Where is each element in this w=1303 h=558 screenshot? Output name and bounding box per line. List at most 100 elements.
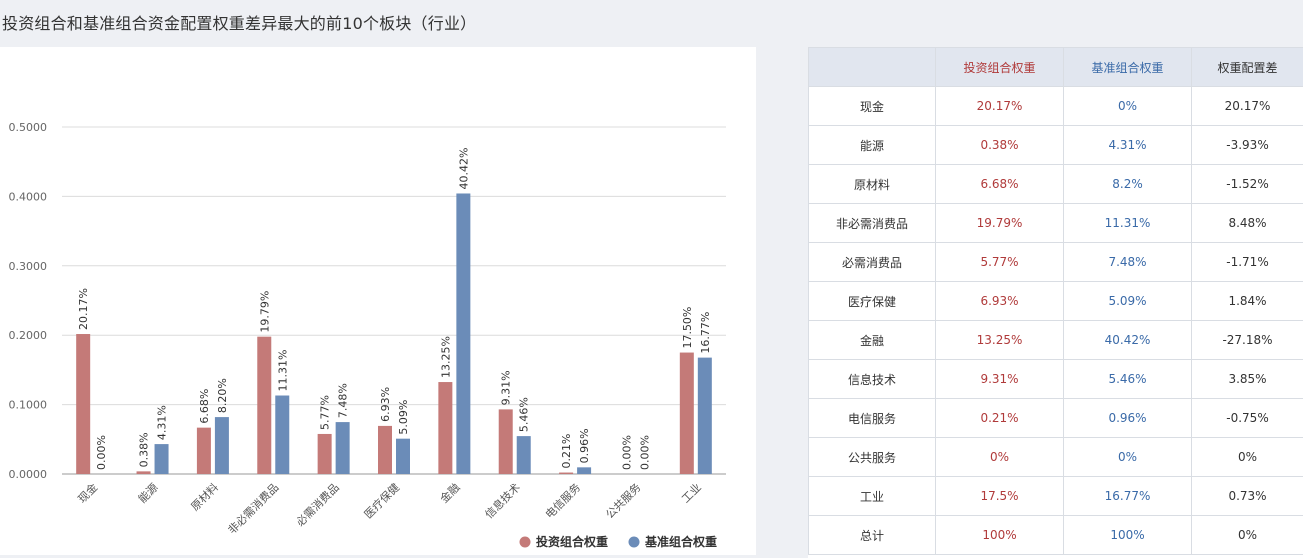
table-cell: 19.79%: [935, 203, 1064, 243]
table-cell: 3.85%: [1191, 359, 1303, 399]
data-label: 0.00%: [620, 435, 633, 470]
table-cell: 6.68%: [935, 164, 1064, 204]
table-cell: 金融: [808, 320, 936, 360]
table-cell: 非必需消费品: [808, 203, 936, 243]
benchmark-bar: [275, 395, 290, 474]
x-tick-label: 原材料: [188, 480, 221, 513]
y-tick-label: 0.2000: [9, 329, 48, 342]
weights-table-panel: 投资组合权重 基准组合权重 权重配置差 现金 20.17% 0% 20.17% 能源 0.38…: [808, 47, 1303, 558]
table-cell: 9.31%: [935, 359, 1064, 399]
table-cell: 7.48%: [1063, 242, 1192, 282]
data-label: 0.38%: [138, 432, 151, 467]
y-tick-label: 0.3000: [9, 260, 48, 273]
table-cell: 0.73%: [1191, 476, 1303, 516]
weights-table: 投资组合权重 基准组合权重 权重配置差 现金 20.17% 0% 20.17% 能源 0.38…: [808, 47, 1303, 555]
table-cell: -1.52%: [1191, 164, 1303, 204]
x-tick-label: 医疗保健: [361, 480, 402, 521]
data-label: 0.21%: [560, 434, 573, 469]
bar-chart: 0.0000 0.1000 0.2000 0.3000 0.4000 0.5000 20.1…: [9, 121, 726, 549]
data-label: 4.31%: [156, 405, 169, 440]
x-tick-label: 公共服务: [603, 481, 643, 521]
table-row: 现金 20.17% 0% 20.17%: [808, 86, 1303, 126]
table-header-cell: 权重配置差: [1191, 47, 1303, 87]
table-cell: -1.71%: [1191, 242, 1303, 282]
x-tick-label: 电信服务: [543, 481, 583, 521]
bar-chart-panel: 0.0000 0.1000 0.2000 0.3000 0.4000 0.5000 20.1…: [0, 47, 756, 555]
legend-label: 投资组合权重: [536, 534, 608, 549]
table-cell: 0%: [1191, 515, 1303, 555]
data-label: 20.17%: [77, 288, 90, 330]
portfolio-bar: [679, 352, 694, 474]
portfolio-bar: [317, 433, 332, 474]
table-cell: 公共服务: [808, 437, 936, 477]
y-tick-label: 0.5000: [9, 121, 48, 134]
table-row: 非必需消费品 19.79% 11.31% 8.48%: [808, 203, 1303, 243]
x-tick-label: 能源: [135, 480, 160, 505]
table-row: 信息技术 9.31% 5.46% 3.85%: [808, 359, 1303, 399]
portfolio-bar: [438, 382, 453, 474]
table-header-row: 投资组合权重 基准组合权重 权重配置差: [808, 47, 1303, 87]
legend-swatch: [628, 536, 640, 548]
x-tick-label: 工业: [679, 481, 704, 506]
data-label: 13.25%: [439, 336, 452, 378]
data-label: 0.00%: [638, 435, 651, 470]
data-label: 0.96%: [578, 428, 591, 463]
benchmark-bar: [335, 422, 350, 474]
benchmark-bar: [154, 444, 169, 474]
table-header-cell: [808, 47, 936, 87]
table-cell: 5.46%: [1063, 359, 1192, 399]
table-cell: 原材料: [808, 164, 936, 204]
benchmark-bar: [396, 438, 410, 474]
portfolio-bar: [498, 409, 513, 474]
table-row: 金融 13.25% 40.42% -27.18%: [808, 320, 1303, 360]
table-cell: 11.31%: [1063, 203, 1192, 243]
data-label: 17.50%: [681, 307, 694, 349]
benchmark-bar: [697, 357, 712, 474]
data-label: 5.46%: [518, 397, 531, 432]
legend-swatch: [519, 536, 531, 548]
table-row: 医疗保健 6.93% 5.09% 1.84%: [808, 281, 1303, 321]
y-tick-label: 0.0000: [9, 468, 48, 481]
table-cell: 现金: [808, 86, 936, 126]
x-tick-label: 信息技术: [482, 480, 523, 521]
portfolio-bar: [559, 472, 574, 474]
table-cell: 100%: [1063, 515, 1192, 555]
data-label: 6.68%: [198, 389, 211, 424]
data-label: 5.09%: [397, 400, 410, 435]
data-label: 16.77%: [699, 312, 712, 354]
table-cell: 0%: [935, 437, 1064, 477]
table-row: 总计 100% 100% 0%: [808, 515, 1303, 555]
table-cell: 0.38%: [935, 125, 1064, 165]
y-tick-label: 0.4000: [9, 190, 48, 203]
table-cell: -0.75%: [1191, 398, 1303, 438]
data-label: 11.31%: [276, 350, 289, 392]
table-cell: 1.84%: [1191, 281, 1303, 321]
table-row: 原材料 6.68% 8.2% -1.52%: [808, 164, 1303, 204]
table-cell: -3.93%: [1191, 125, 1303, 165]
portfolio-bar: [196, 427, 211, 474]
data-label: 5.77%: [319, 395, 332, 430]
table-cell: 总计: [808, 515, 936, 555]
table-cell: 0%: [1063, 437, 1192, 477]
x-tick-label: 现金: [75, 480, 100, 505]
table-cell: 0.21%: [935, 398, 1064, 438]
data-label: 8.20%: [216, 378, 229, 413]
table-cell: 信息技术: [808, 359, 936, 399]
table-cell: 4.31%: [1063, 125, 1192, 165]
data-label: 9.31%: [500, 370, 513, 405]
table-cell: 必需消费品: [808, 242, 936, 282]
table-cell: 5.09%: [1063, 281, 1192, 321]
portfolio-bar: [76, 334, 91, 474]
data-label: 19.79%: [258, 291, 271, 333]
data-label: 7.48%: [337, 383, 350, 418]
data-label: 6.93%: [379, 387, 392, 422]
table-row: 电信服务 0.21% 0.96% -0.75%: [808, 398, 1303, 438]
table-header-cell: 基准组合权重: [1063, 47, 1192, 87]
benchmark-bar: [577, 467, 592, 474]
table-cell: 电信服务: [808, 398, 936, 438]
table-cell: 0.96%: [1063, 398, 1192, 438]
page-title: 投资组合和基准组合资金配置权重差异最大的前10个板块（行业）: [2, 14, 477, 33]
table-cell: 8.2%: [1063, 164, 1192, 204]
table-cell: 20.17%: [935, 86, 1064, 126]
table-cell: -27.18%: [1191, 320, 1303, 360]
